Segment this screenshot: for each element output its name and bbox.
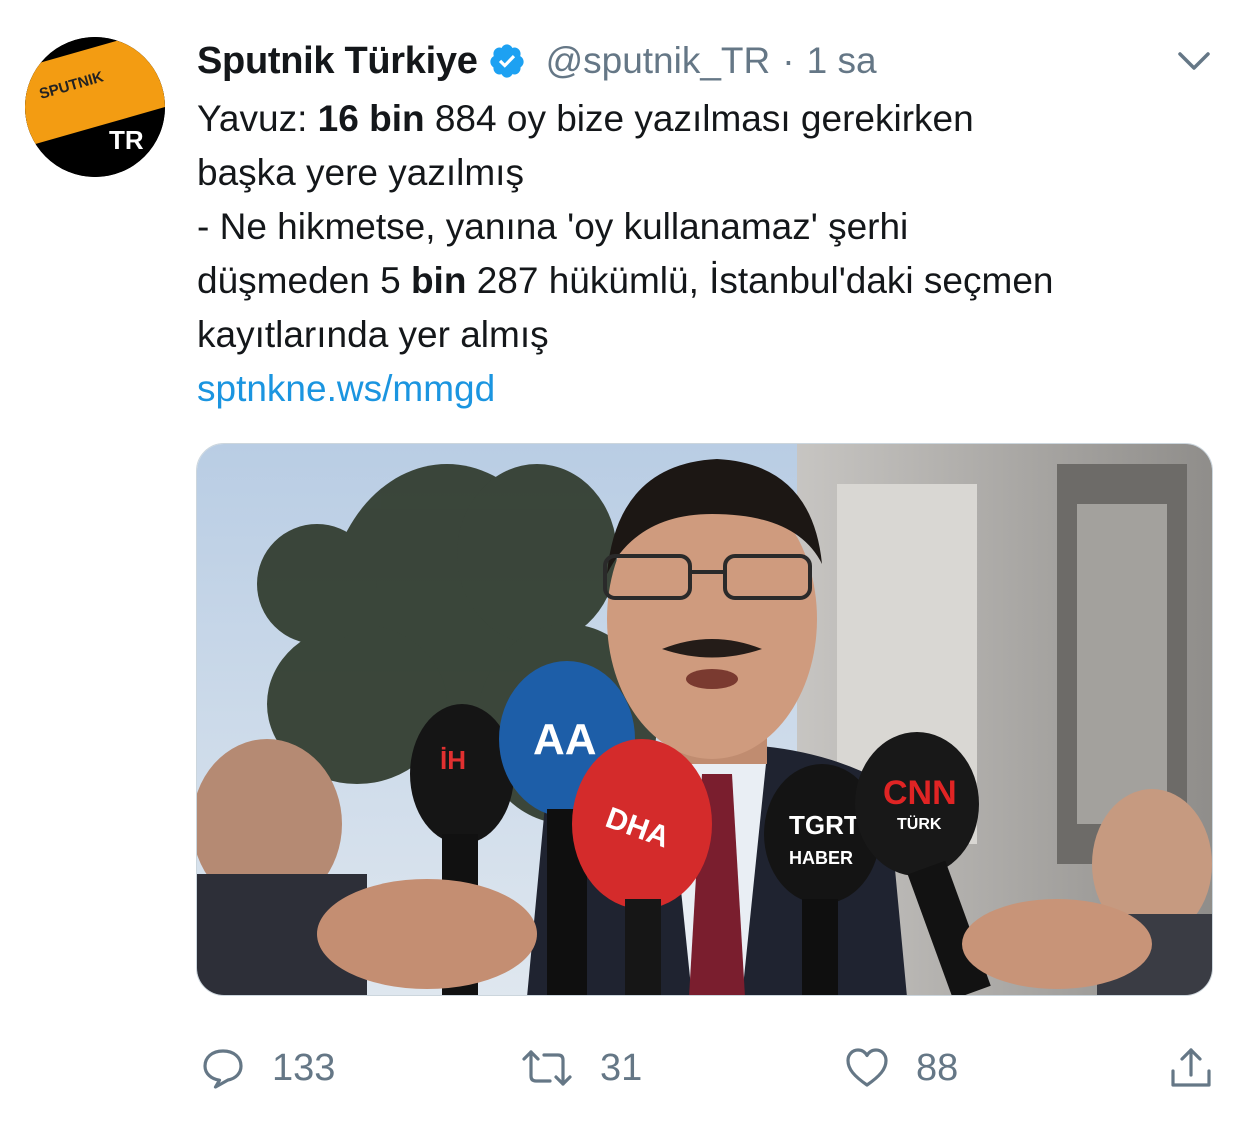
- tweet-text-line: başka yere yazılmış: [197, 146, 1227, 200]
- separator-dot: ·: [782, 40, 795, 81]
- tweet-header: Sputnik Türkiye @sputnik_TR · 1 sa: [197, 36, 877, 86]
- mic-label-cnn: CNN: [883, 774, 957, 812]
- retweet-icon: [520, 1045, 574, 1091]
- reply-icon: [200, 1045, 246, 1091]
- verified-badge-icon: [488, 42, 526, 80]
- mic-label-ih: İH: [440, 745, 466, 775]
- retweet-count: 31: [600, 1046, 643, 1089]
- tweet-timestamp[interactable]: 1 sa: [807, 40, 877, 82]
- author-name[interactable]: Sputnik Türkiye: [197, 40, 478, 83]
- tweet-text-line: Yavuz: 16 bin 884 oy bize yazılması gere…: [197, 92, 1227, 146]
- tweet-link[interactable]: sptnkne.ws/mmgd: [197, 362, 1227, 416]
- author-handle[interactable]: @sputnik_TR: [546, 40, 771, 82]
- tweet-text-bold: 16 bin: [317, 98, 425, 139]
- tweet-text-segment: 287 hükümlü, İstanbul'daki seçmen: [466, 260, 1054, 301]
- mic-label-aa: AA: [533, 715, 597, 764]
- mic-label-turk: TÜRK: [897, 814, 942, 833]
- tweet-actions: 133 31 88: [0, 1040, 1242, 1100]
- share-button[interactable]: [1168, 1040, 1214, 1096]
- tweet-text-line: kayıtlarında yer almış: [197, 308, 1227, 362]
- mic-label-haber: HABER: [789, 848, 853, 868]
- tweet-text-line: düşmeden 5 bin 287 hükümlü, İstanbul'dak…: [197, 254, 1227, 308]
- like-count: 88: [916, 1046, 959, 1089]
- tweet-text-segment: düşmeden 5: [197, 260, 411, 301]
- avatar-bottom-text: TR: [109, 125, 144, 155]
- avatar[interactable]: SPUTNIK TR: [25, 37, 165, 177]
- tweet-text-segment: 884 oy bize yazılması gerekirken: [424, 98, 974, 139]
- like-button[interactable]: 88: [844, 1040, 958, 1096]
- chevron-down-icon[interactable]: [1172, 44, 1216, 78]
- share-icon: [1168, 1045, 1214, 1091]
- sputnik-logo-icon: SPUTNIK TR: [25, 37, 165, 177]
- reply-count: 133: [272, 1046, 336, 1089]
- tweet-text-segment: kayıtlarında yer almış: [197, 314, 549, 355]
- mic-label-tgrt: TGRT: [789, 810, 860, 840]
- tweet-text-segment: başka yere yazılmış: [197, 152, 524, 193]
- tweet-media-image[interactable]: İH AA DHA TGRT HABER CNN TÜRK: [196, 443, 1213, 996]
- heart-icon: [844, 1045, 890, 1091]
- retweet-button[interactable]: 31: [520, 1040, 642, 1096]
- tweet-text-segment: - Ne hikmetse, yanına 'oy kullanamaz' şe…: [197, 206, 909, 247]
- tweet-text-segment: Yavuz:: [197, 98, 318, 139]
- tweet-text-line: - Ne hikmetse, yanına 'oy kullanamaz' şe…: [197, 200, 1227, 254]
- tweet-text: Yavuz: 16 bin 884 oy bize yazılması gere…: [197, 92, 1227, 416]
- reply-button[interactable]: 133: [200, 1040, 335, 1096]
- tweet-text-bold: bin: [410, 260, 467, 301]
